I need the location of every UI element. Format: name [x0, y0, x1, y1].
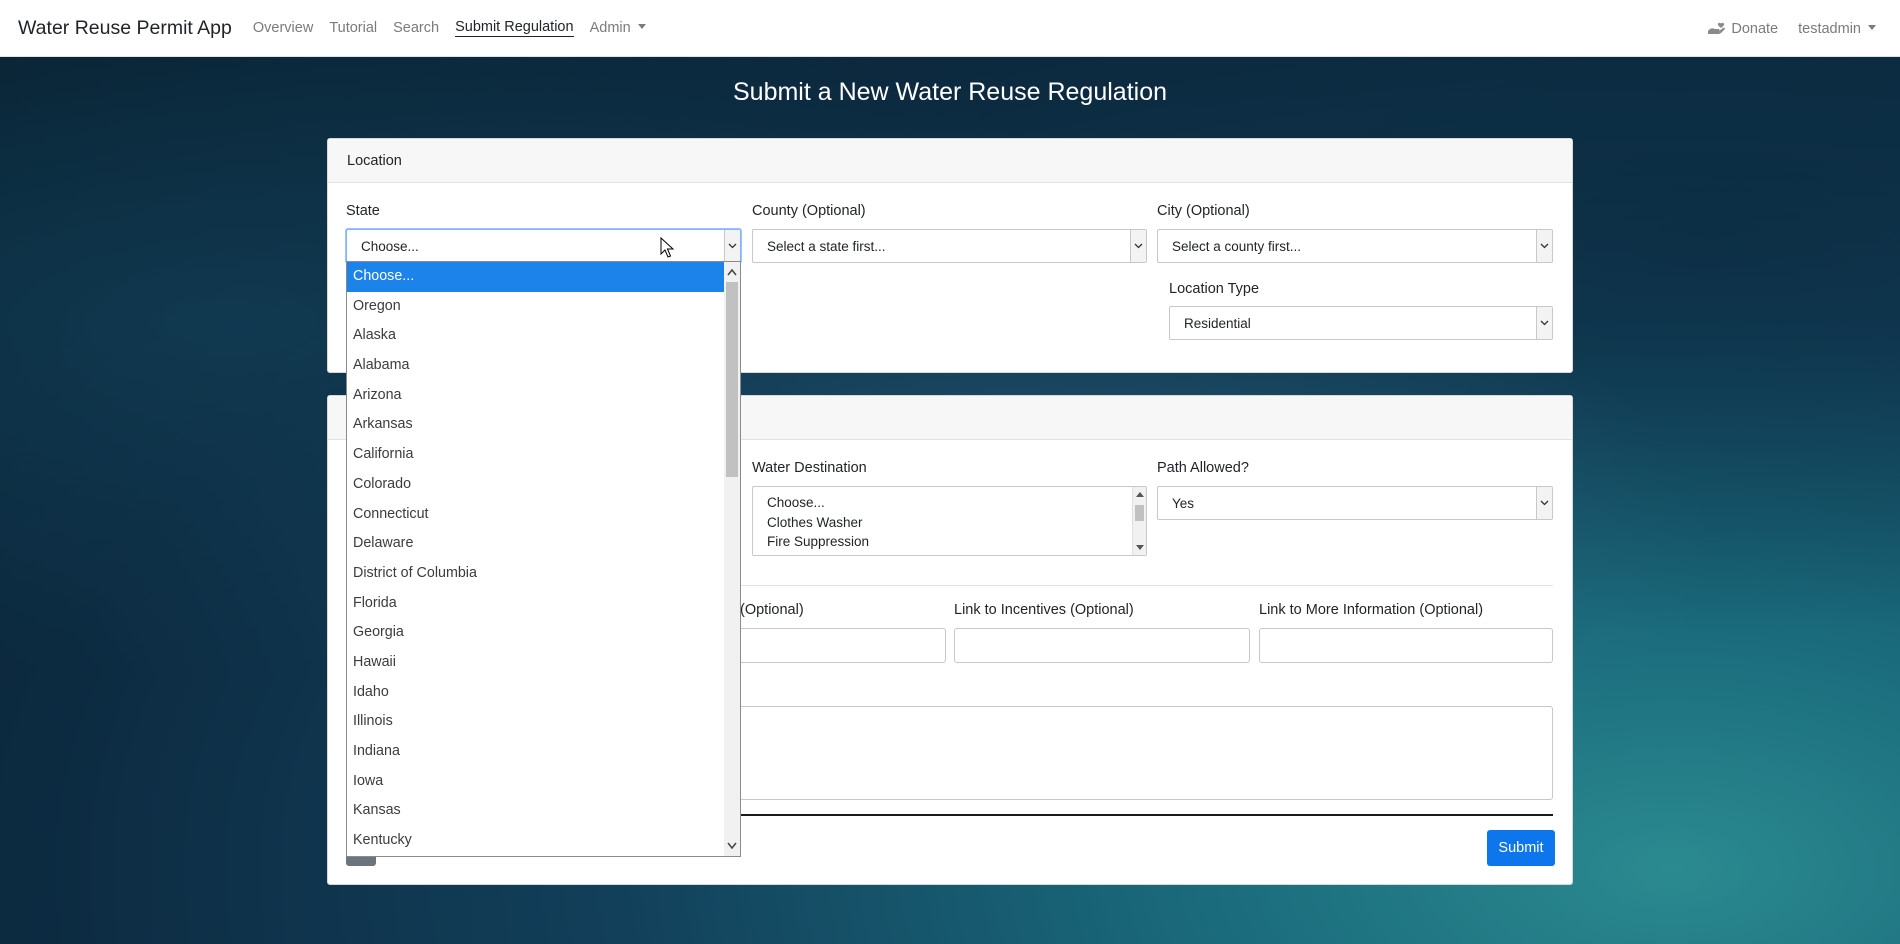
- chevron-down-icon: [1136, 545, 1144, 550]
- more-info-link-label: Link to More Information (Optional): [1259, 602, 1484, 618]
- optional-link-label: (Optional): [740, 602, 804, 618]
- state-option[interactable]: Indiana: [347, 737, 725, 767]
- chevron-down-icon: [1130, 230, 1146, 262]
- state-option[interactable]: Iowa: [347, 767, 725, 797]
- county-label: County (Optional): [752, 203, 866, 219]
- state-option[interactable]: California: [347, 440, 725, 470]
- state-option[interactable]: Oregon: [347, 292, 725, 322]
- city-label: City (Optional): [1157, 203, 1250, 219]
- state-option[interactable]: Colorado: [347, 470, 725, 500]
- state-select-value: Choose...: [361, 238, 419, 254]
- state-option[interactable]: Delaware: [347, 529, 725, 559]
- page-title: Submit a New Water Reuse Regulation: [733, 78, 1167, 106]
- water-destination-option[interactable]: Clothes Washer: [767, 513, 1132, 533]
- brand-link[interactable]: Water Reuse Permit App: [18, 17, 232, 40]
- county-select[interactable]: Select a state first...: [752, 229, 1147, 263]
- hand-holding-heart-icon: [1708, 22, 1726, 35]
- state-option[interactable]: Alaska: [347, 321, 725, 351]
- more-info-link-input[interactable]: [1259, 628, 1553, 663]
- state-option[interactable]: Alabama: [347, 351, 725, 381]
- submit-button[interactable]: Submit: [1487, 830, 1555, 866]
- water-destination-listbox[interactable]: Choose... Clothes Washer Fire Suppressio…: [752, 486, 1147, 556]
- listbox-scrollbar[interactable]: [1132, 487, 1146, 555]
- state-option[interactable]: Kansas: [347, 796, 725, 826]
- state-option[interactable]: Kentucky: [347, 826, 725, 856]
- state-option[interactable]: Idaho: [347, 678, 725, 708]
- state-option[interactable]: District of Columbia: [347, 559, 725, 589]
- location-type-select[interactable]: Residential: [1169, 306, 1553, 340]
- nav-link-overview[interactable]: Overview: [253, 20, 313, 36]
- incentives-link-label: Link to Incentives (Optional): [954, 602, 1134, 618]
- state-dropdown-list[interactable]: Choose... Oregon Alaska Alabama Arizona Arkan…: [346, 261, 741, 857]
- state-option[interactable]: Arizona: [347, 381, 725, 411]
- county-select-value: Select a state first...: [767, 238, 886, 254]
- chevron-down-icon: [637, 24, 646, 29]
- chevron-down-icon: [727, 842, 737, 850]
- chevron-down-icon: [1536, 307, 1552, 339]
- donate-link[interactable]: Donate: [1707, 21, 1778, 37]
- incentives-link-input[interactable]: [954, 628, 1250, 663]
- path-allowed-label: Path Allowed?: [1157, 460, 1249, 476]
- city-select-value: Select a county first...: [1172, 238, 1302, 254]
- water-destination-option[interactable]: Choose...: [767, 493, 1132, 513]
- top-navbar: Water Reuse Permit App Overview Tutorial…: [0, 0, 1900, 57]
- state-option[interactable]: Arkansas: [347, 410, 725, 440]
- scrollbar-thumb[interactable]: [1135, 505, 1144, 521]
- water-destination-label: Water Destination: [752, 460, 867, 476]
- dropdown-scrollbar[interactable]: [724, 262, 740, 856]
- city-select[interactable]: Select a county first...: [1157, 229, 1553, 263]
- state-select[interactable]: Choose...: [346, 229, 741, 263]
- location-type-value: Residential: [1184, 315, 1251, 331]
- nav-link-search[interactable]: Search: [393, 20, 439, 36]
- state-option[interactable]: Florida: [347, 589, 725, 619]
- donate-label: Donate: [1731, 20, 1779, 37]
- navbar-right: Donate testadmin: [1707, 0, 1876, 57]
- admin-dropdown[interactable]: Admin: [590, 20, 646, 36]
- state-option[interactable]: Illinois: [347, 707, 725, 737]
- location-card-header: Location: [328, 139, 1572, 183]
- state-option[interactable]: Connecticut: [347, 500, 725, 530]
- chevron-up-icon: [1136, 492, 1144, 497]
- state-label: State: [346, 203, 380, 219]
- chevron-down-icon: [1868, 24, 1876, 30]
- water-destination-option[interactable]: Fire Suppression: [767, 532, 1132, 552]
- path-allowed-value: Yes: [1172, 495, 1195, 511]
- state-option[interactable]: Georgia: [347, 618, 725, 648]
- location-type-label: Location Type: [1169, 281, 1260, 297]
- user-menu[interactable]: testadmin: [1798, 21, 1876, 37]
- user-name: testadmin: [1798, 20, 1861, 37]
- chevron-down-icon: [1536, 487, 1552, 519]
- mouse-cursor-icon: [660, 237, 674, 258]
- chevron-down-icon: [724, 230, 740, 262]
- nav-link-submit-regulation[interactable]: Submit Regulation: [455, 19, 574, 37]
- scrollbar-thumb[interactable]: [726, 282, 738, 477]
- state-option[interactable]: Hawaii: [347, 648, 725, 678]
- path-allowed-select[interactable]: Yes: [1157, 486, 1553, 520]
- nav-link-tutorial[interactable]: Tutorial: [329, 20, 377, 36]
- admin-label: Admin: [589, 20, 631, 36]
- chevron-up-icon: [727, 268, 737, 276]
- state-option[interactable]: Choose...: [347, 262, 725, 292]
- chevron-down-icon: [1536, 230, 1552, 262]
- state-options: Choose... Oregon Alaska Alabama Arizona Arkan…: [347, 262, 740, 856]
